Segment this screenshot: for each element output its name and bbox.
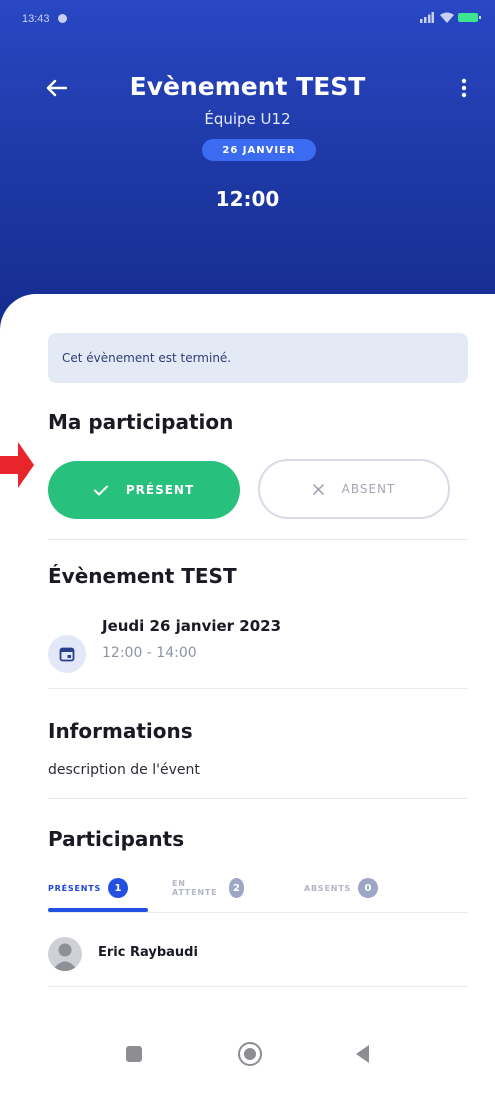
participants-title: Participants [48, 827, 185, 851]
status-time: 13:43 [22, 13, 50, 25]
tab-label: ABSENTS [304, 883, 352, 893]
tab-presents[interactable]: PRÉSENTS 1 [48, 874, 129, 902]
tab-label: PRÉSENTS [48, 883, 102, 893]
notification-dot-icon [58, 14, 67, 23]
divider [48, 798, 468, 799]
divider [48, 912, 468, 913]
recents-square-icon[interactable] [126, 1046, 142, 1062]
home-circle-icon[interactable] [238, 1042, 262, 1066]
event-description: description de l'évent [48, 762, 200, 778]
tab-en-attente[interactable]: EN ATTENTE 2 [172, 874, 245, 902]
event-time: 12:00 [215, 187, 280, 211]
status-bar: 13:43 [0, 0, 495, 36]
tab-count-badge: 2 [228, 878, 245, 898]
event-hours: 12:00 - 14:00 [102, 645, 197, 661]
home-dot [244, 1048, 256, 1060]
divider [48, 688, 468, 689]
signal-icon [420, 12, 434, 23]
more-vertical-icon [461, 78, 467, 98]
tab-count-badge: 0 [358, 878, 379, 898]
team-name: Équipe U12 [204, 110, 291, 128]
close-icon [312, 483, 324, 495]
informations-title: Informations [48, 719, 193, 743]
battery-icon [458, 13, 481, 22]
event-date: Jeudi 26 janvier 2023 [102, 617, 282, 635]
event-section-title: Évènement TEST [48, 564, 237, 588]
absent-button[interactable]: ABSENT [258, 459, 450, 519]
calendar-icon [59, 647, 75, 662]
back-triangle-icon[interactable] [356, 1045, 369, 1063]
event-ended-notice: Cet évènement est terminé. [48, 333, 468, 383]
present-button-label: PRÉSENT [125, 483, 195, 497]
participation-title: Ma participation [48, 410, 234, 434]
date-badge: 26 JANVIER [202, 139, 316, 161]
calendar-badge [48, 635, 86, 673]
divider [48, 539, 468, 540]
divider [48, 986, 468, 987]
wifi-icon [440, 12, 454, 23]
notice-text: Cet évènement est terminé. [62, 351, 232, 365]
page-title: Evènement TEST [129, 72, 366, 101]
event-header [0, 0, 495, 330]
check-icon [93, 485, 108, 495]
user-icon [52, 943, 78, 971]
tab-label: EN ATTENTE [172, 879, 218, 897]
participant-name[interactable]: Eric Raybaudi [98, 945, 198, 960]
more-options-button[interactable] [450, 72, 478, 104]
annotation-arrow-icon [0, 442, 34, 488]
tab-absents[interactable]: ABSENTS 0 [304, 874, 379, 902]
avatar [48, 937, 82, 971]
absent-button-label: ABSENT [341, 482, 396, 496]
present-button[interactable]: PRÉSENT [48, 461, 240, 519]
tab-count-badge: 1 [108, 878, 129, 898]
